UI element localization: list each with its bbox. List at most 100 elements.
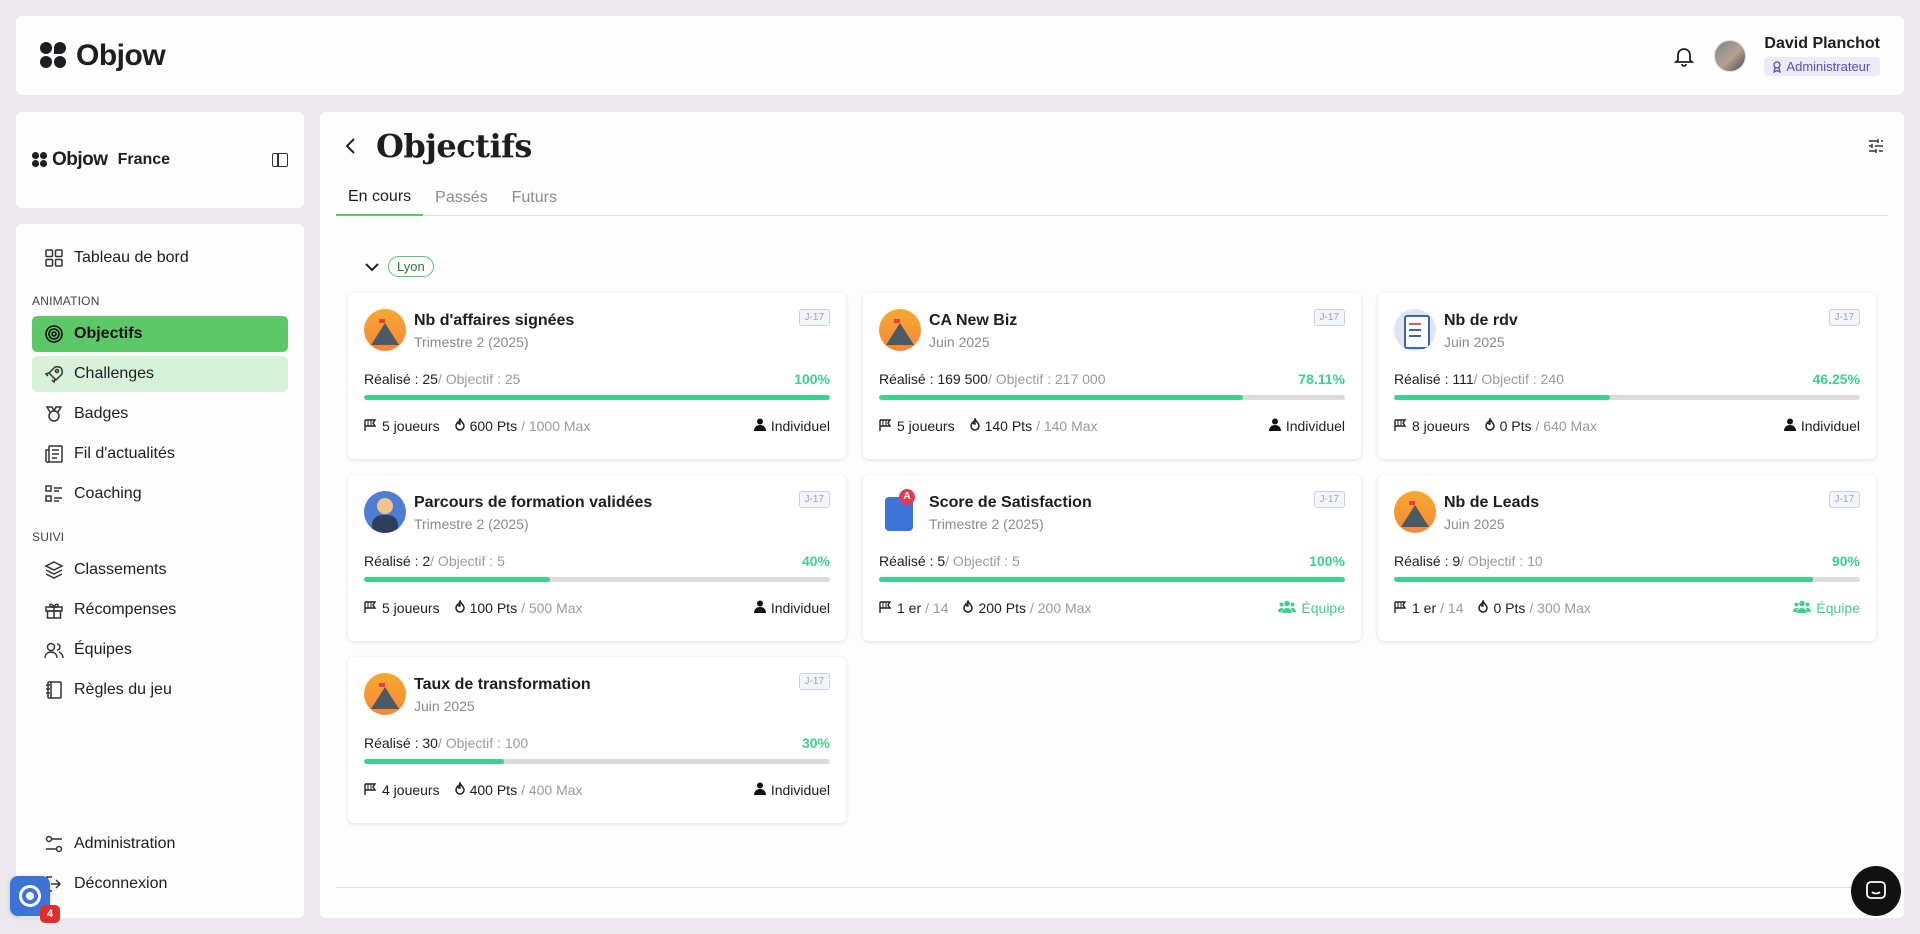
sidebar-item-coaching[interactable]: Coaching	[32, 476, 288, 512]
realise-value: Réalisé : 111	[1394, 371, 1474, 387]
flag-icon	[879, 418, 893, 434]
days-left-tag: J-17	[1828, 309, 1860, 326]
tab-futurs[interactable]: Futurs	[500, 180, 569, 216]
objective-title: Nb d'affaires signées	[414, 312, 575, 329]
completion-percent: 40%	[801, 553, 830, 569]
user-role-badge: Administrateur	[1764, 57, 1880, 76]
objective-title: Parcours de formation validées	[414, 494, 653, 511]
objectif-value: / Objectif : 100	[437, 735, 529, 751]
progress-bar	[364, 577, 830, 582]
back-chevron-icon[interactable]	[344, 137, 358, 155]
widget-ring-icon	[19, 885, 41, 907]
tab-passes[interactable]: Passés	[423, 180, 499, 216]
logo-text: Objow	[76, 38, 166, 72]
points-max: / 1000 Max	[521, 418, 591, 434]
points-max: / 640 Max	[1535, 418, 1597, 434]
sidebar-item-rankings[interactable]: Classements	[32, 552, 288, 588]
chat-icon	[1866, 881, 1886, 899]
days-left-tag: J-17	[1313, 491, 1345, 508]
objective-period: Trimestre 2 (2025)	[414, 516, 529, 532]
fire-icon	[1477, 599, 1489, 616]
filter-settings-icon[interactable]	[1868, 138, 1884, 154]
bell-icon[interactable]	[1672, 44, 1696, 68]
progress-bar-fill	[364, 395, 830, 400]
objective-card[interactable]: Nb de rdv Juin 2025 J-17 Réalisé : 111 / Ob…	[1378, 293, 1876, 459]
sidebar-header: Objow France	[16, 112, 304, 208]
sidebar-item-rules[interactable]: Règles du jeu	[32, 672, 288, 708]
sidebar-item-challenges[interactable]: Challenges	[32, 356, 288, 392]
points-max: / 200 Max	[1029, 600, 1092, 616]
app-logo[interactable]: Objow	[40, 38, 166, 73]
objective-card[interactable]: Nb d'affaires signées Trimestre 2 (2025) J…	[348, 293, 846, 459]
completion-percent: 90%	[1831, 553, 1860, 569]
sidebar-item-label: Challenges	[74, 365, 155, 382]
points-value: 200 Pts	[978, 600, 1026, 616]
objective-image	[364, 491, 406, 533]
sidebar-item-administration[interactable]: Administration	[32, 826, 288, 862]
fire-icon	[454, 417, 466, 434]
players-count: 1 er	[1412, 600, 1437, 616]
players-count: 5 joueurs	[382, 418, 440, 434]
objective-card[interactable]: Nb de Leads Juin 2025 J-17 Réalisé : 9 / Ob…	[1378, 475, 1876, 641]
objective-card[interactable]: Score de Satisfaction Trimestre 2 (2025) J…	[863, 475, 1361, 641]
completion-percent: 78.11%	[1298, 371, 1345, 387]
sidebar-item-badges[interactable]: Badges	[32, 396, 288, 432]
sidebar-item-feed[interactable]: Fil d'actualités	[32, 436, 288, 472]
group-header[interactable]: Lyon	[364, 256, 1888, 277]
points-max: / 400 Max	[521, 782, 583, 798]
flag-icon	[364, 418, 378, 434]
objectives-grid: Nb d'affaires signées Trimestre 2 (2025) J…	[348, 293, 1888, 823]
days-left-tag: J-17	[798, 309, 830, 326]
points-max: / 300 Max	[1529, 600, 1591, 616]
newspaper-icon	[44, 444, 64, 464]
objective-period: Trimestre 2 (2025)	[929, 516, 1044, 532]
objective-image	[879, 489, 921, 533]
list-icon	[44, 484, 64, 504]
tab-bar: En cours Passés Futurs	[336, 180, 1888, 216]
objectif-value: / Objectif : 25	[437, 371, 521, 387]
objective-card[interactable]: Taux de transformation Juin 2025 J-17 Réali…	[348, 657, 846, 823]
sidebar-item-label: Administration	[74, 835, 176, 852]
sidebar-item-label: Déconnexion	[74, 875, 168, 892]
gift-icon	[44, 600, 64, 620]
grid-icon	[44, 248, 64, 268]
realise-value: Réalisé : 2	[364, 553, 431, 569]
sidebar-item-objectifs[interactable]: Objectifs	[32, 316, 288, 352]
chevron-down-icon[interactable]	[364, 262, 380, 272]
objective-period: Juin 2025	[1444, 334, 1505, 350]
main-panel: Objectifs En cours Passés Futurs Lyon Nb…	[320, 112, 1904, 918]
points-value: 0 Pts	[1499, 418, 1532, 434]
objective-title: Score de Satisfaction	[929, 494, 1092, 511]
sidebar-item-rewards[interactable]: Récompenses	[32, 592, 288, 628]
points-value: 400 Pts	[469, 782, 518, 798]
avatar[interactable]	[1714, 39, 1747, 72]
fire-icon	[454, 781, 466, 798]
user-name: David Planchot	[1764, 35, 1880, 52]
progress-bar-fill	[364, 577, 551, 582]
players-total: / 14	[925, 600, 949, 616]
objective-card[interactable]: Parcours de formation validées Trimestre …	[348, 475, 846, 641]
page-title: Objectifs	[376, 127, 532, 165]
sidebar-collapse-icon[interactable]	[272, 153, 288, 167]
sidebar-item-logout[interactable]: Déconnexion	[32, 866, 288, 902]
chat-button[interactable]	[1851, 866, 1901, 916]
points-value: 140 Pts	[984, 418, 1033, 434]
objective-card[interactable]: CA New Biz Juin 2025 J-17 Réalisé : 169 500…	[863, 293, 1361, 459]
progress-bar-fill	[879, 395, 1243, 400]
objective-period: Juin 2025	[929, 334, 990, 350]
fire-icon	[969, 417, 981, 434]
sidebar-item-teams[interactable]: Équipes	[32, 632, 288, 668]
nav-section-animation: ANIMATION	[32, 294, 100, 308]
players-count: 5 joueurs	[382, 600, 440, 616]
objective-period: Trimestre 2 (2025)	[414, 334, 529, 350]
person-icon	[753, 782, 766, 798]
completion-percent: 100%	[1309, 553, 1345, 569]
user-menu[interactable]: David Planchot Administrateur	[1764, 35, 1880, 76]
days-left-tag: J-17	[1828, 491, 1860, 508]
sidebar-item-dashboard[interactable]: Tableau de bord	[32, 240, 288, 276]
tab-en-cours[interactable]: En cours	[336, 180, 424, 216]
points-max: / 140 Max	[1036, 418, 1098, 434]
players-count: 5 joueurs	[897, 418, 955, 434]
sidebar-item-label: Fil d'actualités	[74, 445, 175, 462]
sidebar-logo[interactable]: Objow	[32, 149, 108, 171]
